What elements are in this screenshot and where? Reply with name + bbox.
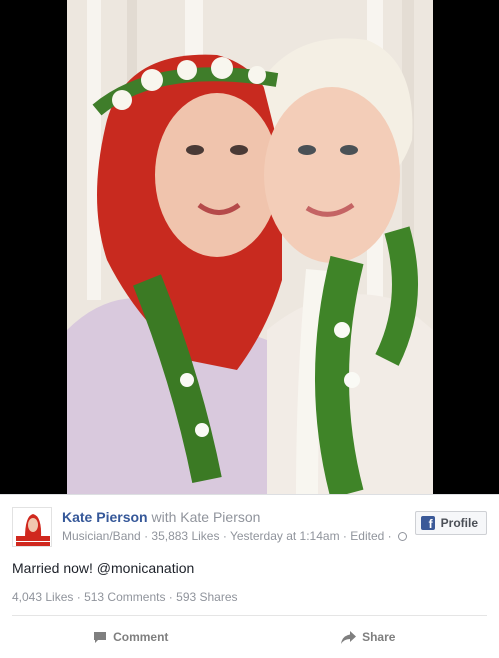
actions-divider [12,615,487,616]
stats-separator: · [76,590,85,604]
post-meta: Musician/Band · 35,883 Likes · Yesterday… [62,529,407,543]
post-card: Kate Pierson with Kate Pierson Musician/… [0,494,499,658]
meta-separator: · [222,529,230,543]
page-avatar[interactable] [12,507,52,547]
comment-label: Comment [113,630,169,644]
post-stats: 4,043 Likes · 513 Comments · 593 Shares [12,590,238,604]
globe-icon[interactable] [397,532,407,541]
share-icon [341,630,357,644]
photo-illustration [67,0,433,494]
profile-button[interactable]: f Profile [414,511,487,535]
post-photo-frame[interactable] [0,0,499,494]
comments-count[interactable]: 513 Comments [84,590,165,604]
post-header: Kate Pierson with Kate Pierson Musician/… [12,507,487,551]
page-likes-count: 35,883 Likes [151,529,220,543]
post-attribution: Kate Pierson with Kate Pierson [62,509,260,525]
post-timestamp[interactable]: Yesterday at 1:14am [230,529,340,543]
comment-button[interactable]: Comment [12,623,250,651]
edited-label[interactable]: Edited [350,529,384,543]
avatar-image [13,508,51,546]
share-button[interactable]: Share [250,623,488,651]
shares-count[interactable]: 593 Shares [176,590,237,604]
likes-count[interactable]: 4,043 Likes [12,590,73,604]
comment-icon [94,631,107,643]
tagged-name-link[interactable]: Kate Pierson [180,509,260,525]
share-label: Share [362,630,396,644]
post-photo[interactable] [67,0,433,494]
page-name-link[interactable]: Kate Pierson [62,509,148,525]
post-actions: Comment Share [12,623,487,651]
facebook-icon: f [420,516,435,530]
meta-separator: · [387,529,395,543]
with-label: with [151,509,177,525]
page-category: Musician/Band [62,529,141,543]
profile-button-label: Profile [440,516,478,530]
post-message: Married now! @monicanation [12,560,195,576]
